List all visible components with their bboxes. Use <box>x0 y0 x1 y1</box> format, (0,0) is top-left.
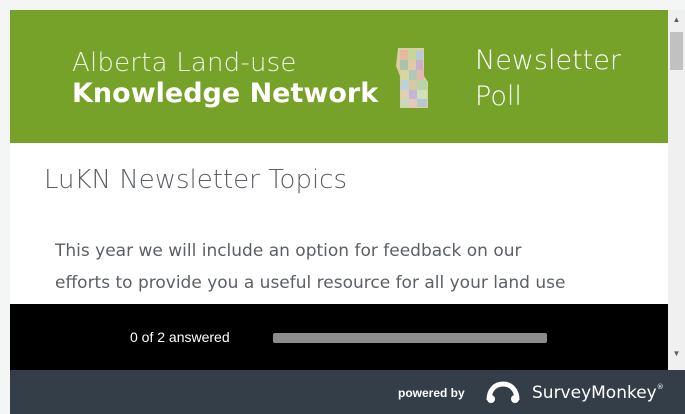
survey-header: Alberta Land-use Knowledge Network Newsl… <box>10 10 668 143</box>
intro-text: This year we will include an option for … <box>55 235 625 299</box>
progress-track <box>273 333 547 343</box>
scroll-down-arrow-icon[interactable]: ▼ <box>668 348 685 360</box>
survey-footer: powered by SurveyMonkey® <box>10 370 685 414</box>
surveymonkey-logo-icon[interactable] <box>485 380 521 404</box>
poll-title: Newsletter Poll <box>475 43 655 115</box>
brand-line1: Alberta Land-use <box>72 48 297 78</box>
intro-line1: This year we will include an option for … <box>55 241 522 261</box>
surveymonkey-brand-text[interactable]: SurveyMonkey <box>532 383 657 403</box>
progress-bar: 0 of 2 answered <box>10 304 668 370</box>
brand-line2: Knowledge Network <box>72 78 379 109</box>
poll-title-line1: Newsletter <box>475 45 621 76</box>
alberta-map-icon <box>396 48 428 108</box>
page-title: LuKN Newsletter Topics <box>44 165 348 195</box>
progress-label: 0 of 2 answered <box>130 329 230 345</box>
poll-title-line2: Poll <box>475 81 522 112</box>
powered-by-label: powered by <box>398 386 465 400</box>
vertical-scrollbar[interactable]: ▲ ▼ <box>668 10 685 370</box>
scroll-up-arrow-icon[interactable]: ▲ <box>668 14 685 26</box>
brand-logo: Alberta Land-use Knowledge Network <box>72 48 378 110</box>
scrollbar-thumb[interactable] <box>670 32 683 70</box>
surveymonkey-brand[interactable]: SurveyMonkey® <box>532 383 664 403</box>
survey-frame: Alberta Land-use Knowledge Network Newsl… <box>0 0 685 414</box>
trademark-mark: ® <box>656 383 664 391</box>
intro-line2: efforts to provide you a useful resource… <box>55 273 566 293</box>
